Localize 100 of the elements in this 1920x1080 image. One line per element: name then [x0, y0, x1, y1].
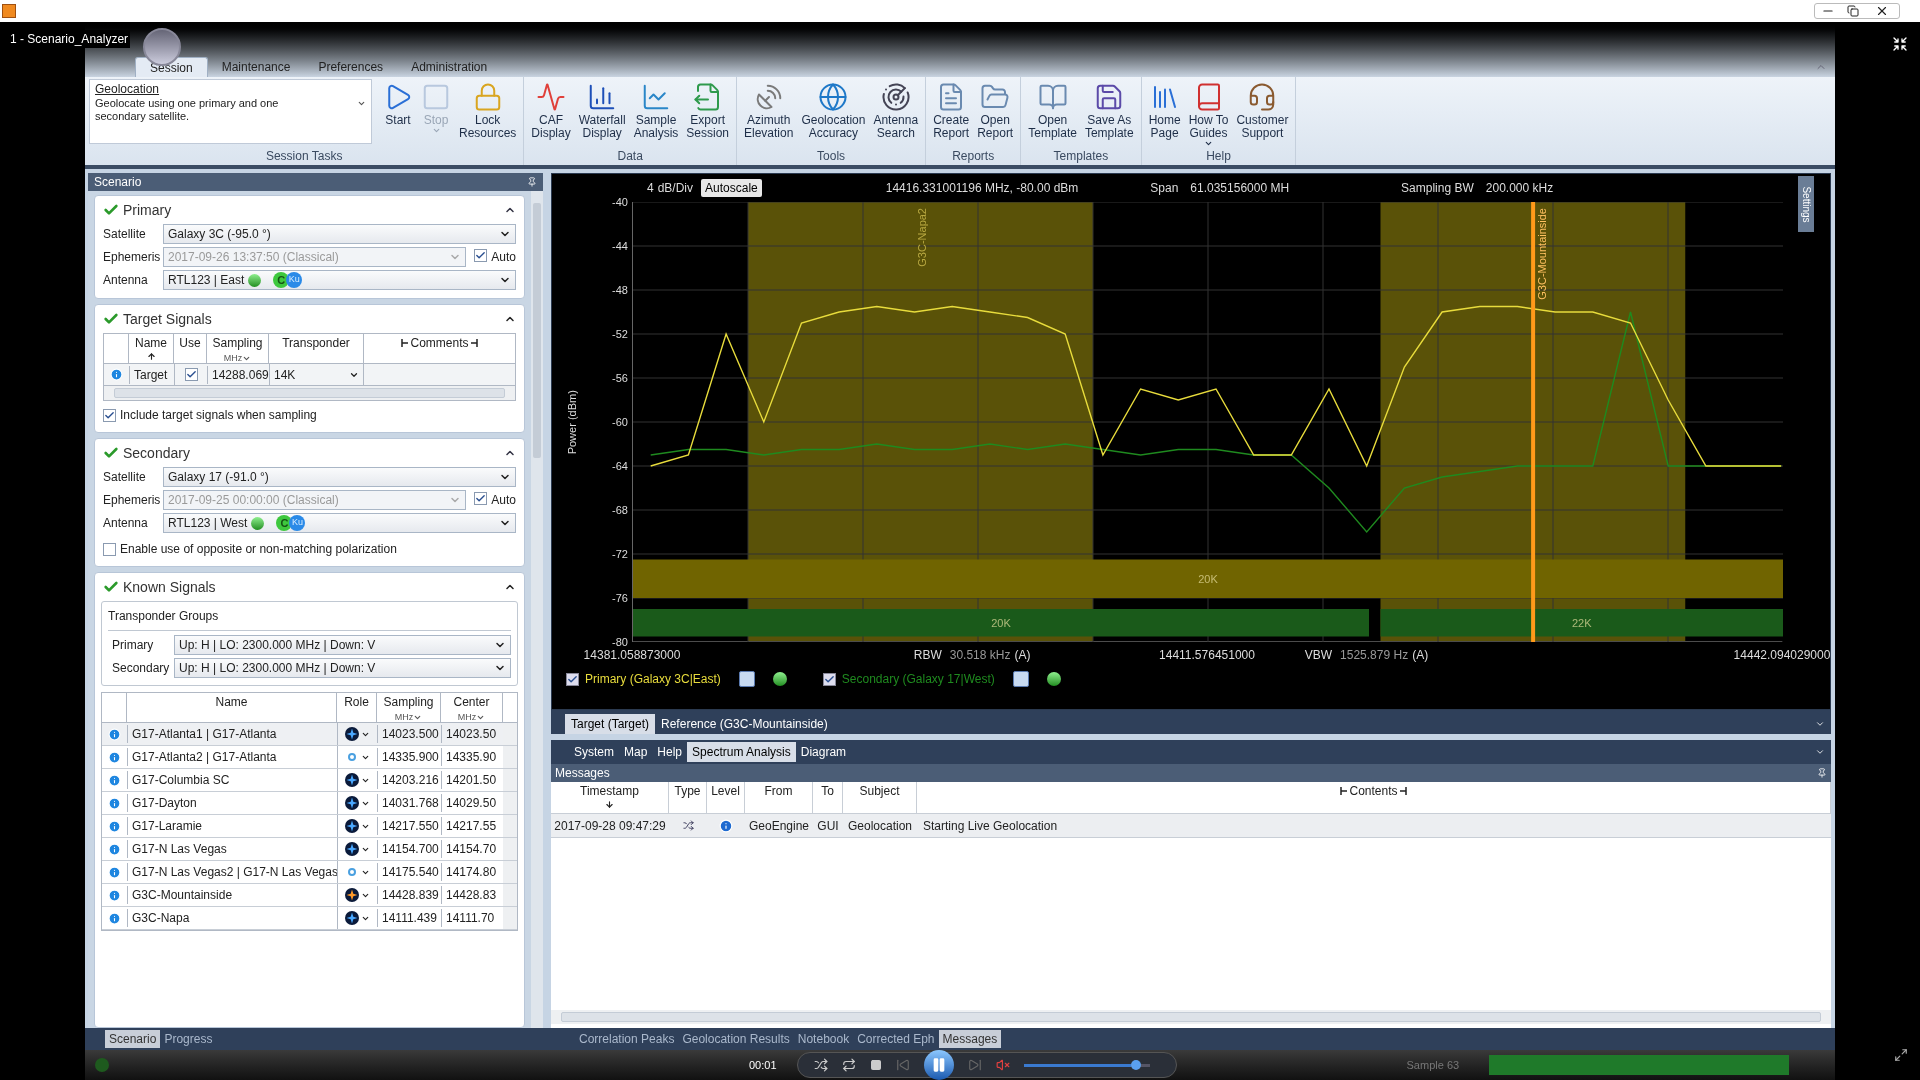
ribbon-button[interactable]: Home Page — [1145, 79, 1184, 140]
settings-tab[interactable]: Settings — [1798, 176, 1814, 232]
ribbon-tab[interactable]: Maintenance — [207, 57, 305, 77]
info-icon[interactable] — [108, 888, 121, 902]
table-row[interactable]: G17-N Las Vegas2 | G17-N Las Vegas 14175.540 14174.80 — [102, 861, 517, 884]
document-tab[interactable]: Reference (G3C-Mountainside) — [655, 714, 834, 734]
ribbon-button[interactable]: Waterfall Display — [575, 79, 629, 140]
table-row[interactable]: G17-Atlanta1 | G17-Atlanta 14023.500 14023.50 — [102, 723, 517, 746]
info-icon[interactable] — [108, 911, 121, 925]
settings-icon[interactable] — [1012, 671, 1029, 687]
column-header[interactable]: Role — [337, 693, 377, 722]
panel-tab[interactable]: Notebook — [793, 1030, 854, 1048]
horizontal-scrollbar[interactable] — [551, 1010, 1831, 1024]
view-tab[interactable]: System — [569, 742, 619, 762]
ribbon-button[interactable]: Antenna Search — [870, 79, 922, 140]
column-header[interactable]: Subject — [843, 782, 917, 813]
rbw-mode[interactable]: (A) — [1014, 646, 1031, 664]
ribbon-tab[interactable]: Preferences — [304, 57, 398, 77]
ribbon-button[interactable]: Sample Analysis — [630, 79, 682, 140]
checkbox[interactable] — [103, 542, 116, 556]
column-header[interactable]: Use — [174, 334, 207, 363]
info-icon[interactable] — [108, 796, 121, 810]
panel-tab[interactable]: Progress — [160, 1030, 217, 1048]
repeat-icon[interactable] — [841, 1058, 856, 1072]
caret-icon[interactable] — [1815, 747, 1825, 757]
panel-tab[interactable]: Scenario — [105, 1030, 161, 1048]
ribbon-button[interactable]: Save As Template — [1081, 79, 1137, 140]
ribbon-button[interactable]: CAF Display — [528, 79, 574, 140]
column-header[interactable]: Name — [129, 334, 174, 363]
mute-icon[interactable] — [995, 1058, 1010, 1072]
table-row[interactable]: G17-Dayton 14031.768 14029.50 — [102, 792, 517, 815]
column-header[interactable]: Type — [669, 782, 707, 813]
view-tab[interactable]: Spectrum Analysis — [687, 742, 796, 762]
fullscreen-icon[interactable] — [1894, 1048, 1908, 1062]
ribbon-button[interactable]: Start — [380, 79, 416, 127]
pin-icon[interactable] — [1817, 768, 1827, 778]
panel-tab[interactable]: Correlation Peaks — [575, 1030, 679, 1048]
info-icon[interactable] — [108, 842, 121, 856]
volume-thumb[interactable] — [1130, 1059, 1141, 1070]
info-icon[interactable] — [108, 865, 121, 879]
task-selector[interactable]: Geolocation Geolocate using one primary and one secondary satellite. — [89, 79, 372, 144]
info-icon[interactable] — [108, 819, 121, 833]
checkbox[interactable] — [103, 408, 116, 422]
column-header[interactable]: Transponder — [269, 334, 364, 363]
info-icon[interactable] — [108, 727, 121, 741]
info-icon[interactable] — [108, 773, 121, 787]
ribbon-tab[interactable]: Administration — [397, 57, 502, 77]
volume-fill[interactable] — [1023, 1063, 1131, 1067]
ribbon-button[interactable]: Geolocation Accuracy — [798, 79, 869, 140]
transponder-group-select[interactable]: Up: H | LO: 2300.000 MHz | Down: V — [174, 635, 511, 655]
table-row[interactable]: G17-Columbia SC 14203.216 14201.50 — [102, 769, 517, 792]
column-header[interactable]: Center MHz — [441, 693, 503, 722]
restore-icon[interactable] — [1847, 5, 1859, 17]
checkbox[interactable] — [566, 672, 579, 686]
table-row[interactable]: 2017-09-28 09:47:29 GeoEngine GUI Geolocation Starting Live Geolocation — [551, 814, 1831, 838]
info-icon[interactable] — [108, 750, 121, 764]
view-tab[interactable]: Diagram — [795, 742, 852, 762]
pin-icon[interactable] — [527, 177, 537, 187]
vertical-scrollbar[interactable] — [531, 191, 543, 1028]
panel-tab[interactable]: Geolocation Results — [678, 1030, 794, 1048]
ribbon-button[interactable]: Customer Support — [1233, 79, 1292, 140]
shuffle-icon[interactable] — [813, 1058, 828, 1072]
pause-button[interactable] — [923, 1050, 954, 1080]
column-header[interactable]: Name — [127, 693, 337, 722]
view-tab[interactable]: Help — [652, 742, 688, 762]
ribbon-button[interactable]: Azimuth Elevation — [741, 79, 797, 140]
autoscale-button[interactable]: Autoscale — [701, 179, 762, 197]
column-header[interactable]: Comments — [364, 334, 515, 363]
stop-icon[interactable] — [869, 1059, 882, 1071]
panel-tab[interactable]: Corrected Eph — [853, 1030, 939, 1048]
table-row[interactable]: G17-N Las Vegas 14154.700 14154.70 — [102, 838, 517, 861]
table-row[interactable]: G17-Laramie 14217.550 14217.55 — [102, 815, 517, 838]
ribbon-button[interactable]: Open Template — [1025, 79, 1080, 140]
ribbon-button[interactable]: How To Guides — [1185, 79, 1232, 148]
column-header[interactable]: Timestamp — [551, 782, 669, 813]
table-row[interactable]: G3C-Mountainside 14428.839 14428.83 — [102, 884, 517, 907]
column-header[interactable]: Contents — [917, 782, 1831, 813]
column-header[interactable]: Sampling MHz — [377, 693, 441, 722]
ribbon-button[interactable]: Export Session — [683, 79, 732, 140]
checkbox[interactable] — [184, 368, 198, 381]
satellite-select[interactable]: Galaxy 3C (-95.0 °) — [163, 224, 516, 244]
caret-icon[interactable] — [1815, 719, 1825, 729]
close-icon[interactable] — [1875, 4, 1889, 18]
vbw-mode[interactable]: (A) — [1412, 646, 1429, 664]
column-header[interactable]: Level — [707, 782, 745, 813]
table-row[interactable]: G17-Atlanta2 | G17-Atlanta 14335.900 14335.90 — [102, 746, 517, 769]
transponder-select[interactable]: 14K — [269, 364, 364, 385]
antenna-select[interactable]: RTL123 | West C Ku — [163, 513, 516, 533]
column-header[interactable]: Sampling MHz — [207, 334, 269, 363]
checkbox[interactable] — [822, 672, 836, 686]
ribbon-button[interactable]: Lock Resources — [456, 79, 520, 140]
antenna-select[interactable]: RTL123 | East C Ku — [163, 270, 516, 290]
settings-icon[interactable] — [738, 671, 755, 687]
info-icon[interactable] — [110, 368, 123, 381]
view-tab[interactable]: Map — [619, 742, 653, 762]
table-row[interactable]: G3C-Napa 14111.439 14111.70 — [102, 907, 517, 930]
column-header[interactable]: From — [745, 782, 813, 813]
document-tab[interactable]: Target (Target) — [565, 714, 656, 734]
satellite-select[interactable]: Galaxy 17 (-91.0 °) — [163, 467, 516, 487]
panel-tab[interactable]: Messages — [938, 1030, 1002, 1048]
